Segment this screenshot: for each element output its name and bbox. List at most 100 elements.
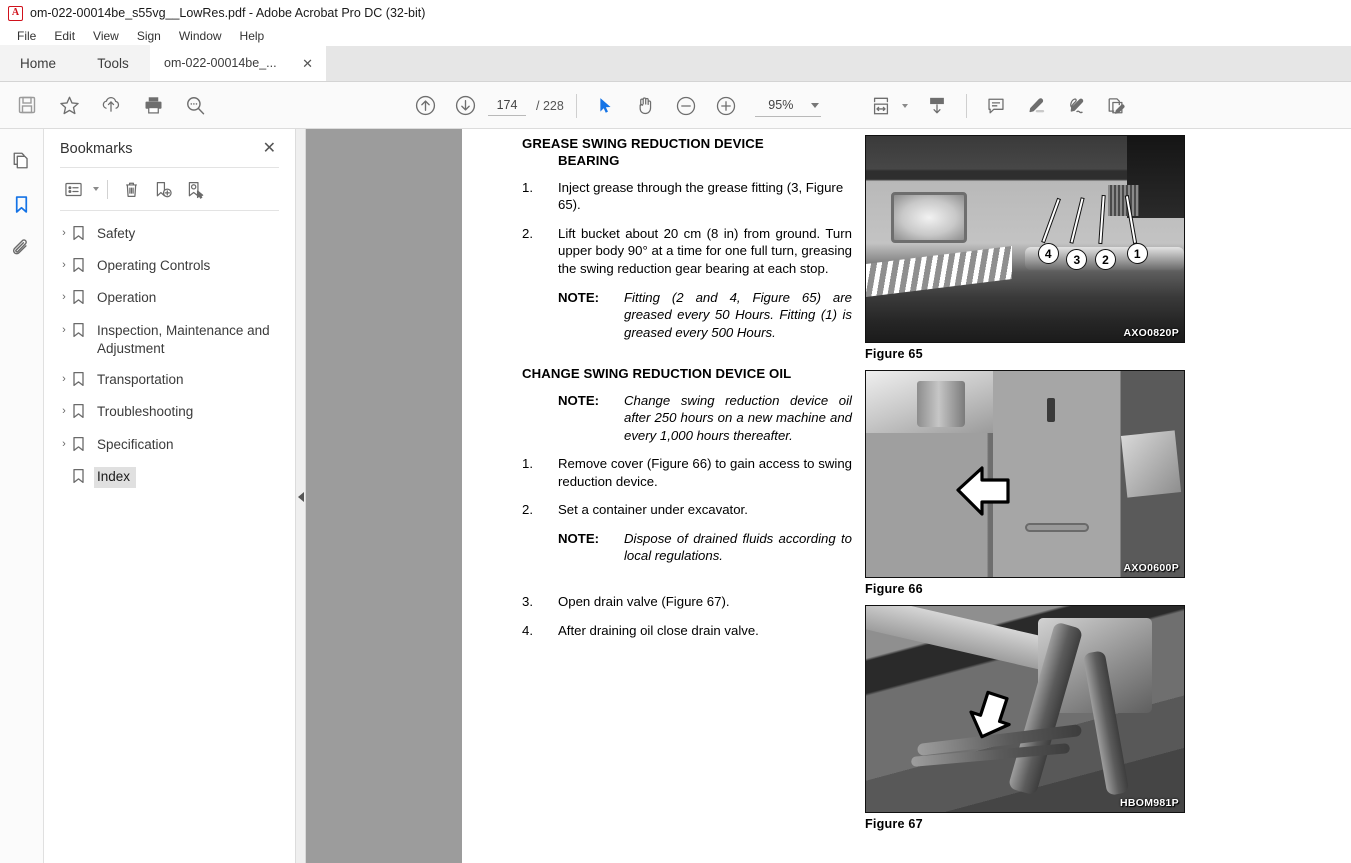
- divider: [107, 179, 108, 199]
- step-number: 1.: [522, 179, 533, 195]
- chevron-right-icon[interactable]: ›: [56, 435, 72, 452]
- print-icon[interactable]: [136, 88, 170, 122]
- figure-callout: 4: [1037, 243, 1059, 265]
- bookmark-mark-icon: [72, 224, 94, 246]
- page-number-input[interactable]: [488, 95, 526, 116]
- bookmark-label: Index: [94, 466, 137, 488]
- bookmark-label: Inspection, Maintenance and Adjustment: [97, 322, 270, 356]
- bookmark-item-inspection-maintenance-and-adjustment[interactable]: › Inspection, Maintenance and Adjustment: [44, 316, 295, 365]
- step-number: 4.: [522, 622, 533, 638]
- zoom-in-icon[interactable]: [709, 89, 743, 123]
- page-up-icon[interactable]: [408, 89, 442, 123]
- bookmark-label: Transportation: [97, 372, 184, 388]
- bookmark-mark-icon: [72, 467, 94, 489]
- save-icon[interactable]: [10, 88, 44, 122]
- note-label: NOTE:: [558, 530, 600, 546]
- highlight-text-icon[interactable]: [1019, 89, 1053, 123]
- star-icon[interactable]: [52, 88, 86, 122]
- tab-document[interactable]: om-022-00014be_... ✕: [150, 45, 326, 81]
- tab-tools[interactable]: Tools: [76, 45, 150, 81]
- zoom-search-icon[interactable]: [178, 88, 212, 122]
- bookmark-label: Operation: [97, 290, 157, 306]
- tab-document-label: om-022-00014be_...: [164, 56, 277, 70]
- cloud-upload-icon[interactable]: [94, 88, 128, 122]
- figure-image: HBOM981P: [865, 605, 1185, 813]
- note-block: NOTE: Dispose of drained fluids accordin…: [558, 530, 852, 565]
- chevron-right-icon[interactable]: ›: [56, 256, 72, 273]
- menu-window[interactable]: Window: [170, 27, 231, 45]
- fit-options-chevron-down-icon[interactable]: [902, 103, 908, 108]
- bookmark-label: Specification: [97, 436, 174, 452]
- chevron-right-icon[interactable]: ›: [56, 321, 72, 338]
- acrobat-logo-icon: A: [8, 5, 23, 21]
- edit-bookmark-icon[interactable]: [180, 175, 210, 203]
- tab-home[interactable]: Home: [0, 45, 76, 81]
- select-tool-icon[interactable]: [589, 89, 623, 123]
- bookmark-item-specification[interactable]: › Specification: [44, 430, 295, 462]
- toolbar-divider-2: [966, 93, 967, 118]
- bookmark-mark-icon: [72, 402, 94, 424]
- window-title: om-022-00014be_s55vg__LowRes.pdf - Adobe…: [30, 6, 426, 20]
- bookmark-item-operation[interactable]: › Operation: [44, 283, 295, 315]
- step-item: 1. Inject grease through the grease fitt…: [522, 179, 852, 214]
- step-item: 2. Set a container under excavator.: [522, 501, 852, 519]
- figure-block: HBOM981P Figure 67: [865, 605, 1195, 831]
- figure-code: HBOM981P: [1119, 797, 1179, 809]
- bookmarks-list: › Safety › Operating Controls › Operatio…: [44, 211, 295, 494]
- menu-sign[interactable]: Sign: [128, 27, 170, 45]
- menu-help[interactable]: Help: [231, 27, 274, 45]
- bookmark-item-transportation[interactable]: › Transportation: [44, 365, 295, 397]
- document-viewport[interactable]: GREASE SWING REDUCTION DEVICE BEARING 1.…: [296, 129, 1351, 863]
- attachments-icon[interactable]: [7, 233, 37, 263]
- edit-pdf-icon[interactable]: [1099, 89, 1133, 123]
- fill-and-sign-icon[interactable]: [1059, 89, 1093, 123]
- chevron-right-icon[interactable]: ›: [56, 402, 72, 419]
- bookmark-label: Troubleshooting: [97, 404, 194, 420]
- scroll-mode-icon[interactable]: [920, 89, 954, 123]
- bookmark-item-troubleshooting[interactable]: › Troubleshooting: [44, 397, 295, 429]
- bookmark-options-icon[interactable]: [58, 175, 88, 203]
- figure-callout: 1: [1126, 243, 1148, 265]
- section-heading-line2: BEARING: [558, 153, 620, 169]
- menu-edit[interactable]: Edit: [45, 27, 84, 45]
- hand-tool-icon[interactable]: [629, 89, 663, 123]
- bookmark-options-chevron-down-icon[interactable]: [93, 187, 99, 191]
- zoom-out-icon[interactable]: [669, 89, 703, 123]
- step-number: 1.: [522, 456, 533, 472]
- step-item: 1. Remove cover (Figure 66) to gain acce…: [522, 455, 852, 490]
- bookmark-item-index[interactable]: Index: [44, 462, 295, 494]
- toolbar-left-group: [0, 88, 212, 122]
- panel-collapse-handle[interactable]: [296, 129, 306, 863]
- close-icon[interactable]: ✕: [260, 141, 279, 157]
- new-bookmark-icon[interactable]: [148, 175, 178, 203]
- chevron-right-icon[interactable]: ›: [56, 370, 72, 387]
- step-number: 2.: [522, 225, 533, 241]
- figure-pointer-arrow-icon: [956, 466, 1010, 516]
- delete-bookmark-icon[interactable]: [116, 175, 146, 203]
- figure-image: 4 3 2 1 AXO0820P: [865, 135, 1185, 343]
- figure-block: AXO0600P Figure 66: [865, 370, 1195, 596]
- section-heading-line1: GREASE SWING REDUCTION DEVICE: [522, 136, 764, 151]
- fit-page-width-icon[interactable]: [866, 89, 896, 123]
- toolbar-divider: [575, 93, 577, 118]
- bookmarks-title: Bookmarks: [60, 141, 133, 157]
- menu-file[interactable]: File: [8, 27, 45, 45]
- chevron-right-icon[interactable]: ›: [56, 288, 72, 305]
- bookmark-item-operating-controls[interactable]: › Operating Controls: [44, 251, 295, 283]
- step-text: Open drain valve (Figure 67).: [558, 594, 730, 610]
- note-text: Change swing reduction device oil after …: [624, 392, 852, 443]
- pdf-page: GREASE SWING REDUCTION DEVICE BEARING 1.…: [462, 129, 1351, 863]
- step-text: After draining oil close drain valve.: [558, 622, 759, 638]
- chevron-right-icon[interactable]: ›: [56, 224, 72, 241]
- main-area: Bookmarks ✕ › Safety › Operating Control…: [0, 129, 1351, 863]
- page-thumbnails-icon[interactable]: [7, 145, 37, 175]
- menu-view[interactable]: View: [84, 27, 128, 45]
- navigation-rail: [0, 129, 44, 863]
- zoom-level-dropdown[interactable]: 95%: [754, 95, 821, 117]
- bookmarks-icon[interactable]: [7, 189, 37, 219]
- page-down-icon[interactable]: [448, 89, 482, 123]
- bookmark-item-safety[interactable]: › Safety: [44, 219, 295, 251]
- figure-code: AXO0820P: [1123, 327, 1179, 339]
- close-icon[interactable]: ✕: [299, 57, 316, 70]
- comment-icon[interactable]: [979, 89, 1013, 123]
